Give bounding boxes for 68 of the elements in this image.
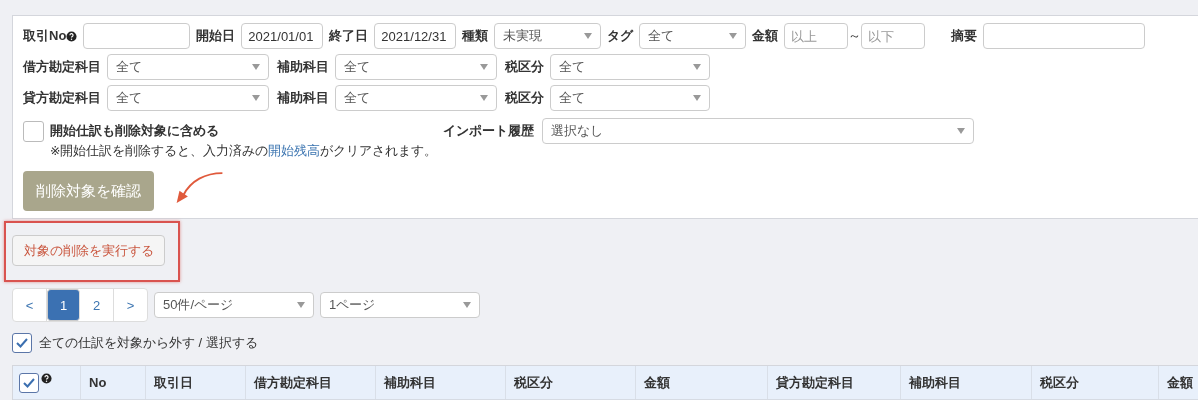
text-field[interactable]: 2021/12/31 (374, 23, 457, 49)
min-amount-field[interactable]: 以上 (784, 23, 849, 49)
dropdown[interactable]: 全て (335, 85, 497, 111)
caret-icon (252, 95, 260, 101)
field-label: 補助科目 (277, 58, 329, 76)
opening-balance-link[interactable]: 開始残高 (268, 144, 321, 158)
per-page-dropdown[interactable]: 50件/ページ (154, 292, 314, 318)
range-separator: ～ (848, 27, 862, 45)
field-label: 取引No (23, 27, 67, 45)
caret-icon (693, 95, 701, 101)
checkbox-label: 開始仕訳も削除対象に含める (50, 122, 219, 140)
field-label: 補助科目 (277, 89, 329, 107)
column-header: 借方勘定科目 (254, 373, 332, 392)
column-header: 金額 (644, 373, 670, 392)
field-label: 終了日 (329, 27, 369, 45)
execute-delete-button[interactable]: 対象の削除を実行する (12, 235, 165, 266)
column-header: No (89, 375, 107, 390)
checkbox[interactable] (19, 372, 39, 393)
column-header: 税区分 (1040, 373, 1079, 392)
field-label: 開始日 (196, 27, 236, 45)
dropdown[interactable]: 全て (107, 85, 269, 111)
column-header: 金額 (1167, 373, 1193, 392)
column-header: 税区分 (514, 373, 553, 392)
max-amount-field[interactable]: 以下 (861, 23, 926, 49)
caret-icon (584, 33, 593, 39)
dropdown[interactable]: 全て (550, 54, 710, 80)
column-header: 補助科目 (384, 373, 436, 392)
help-icon[interactable] (66, 30, 78, 42)
field-label: 摘要 (951, 27, 978, 45)
column-header: 取引日 (154, 373, 193, 392)
field-label: タグ (607, 27, 634, 45)
text-field[interactable] (83, 23, 191, 49)
page-link[interactable]: > (114, 289, 147, 321)
page-dropdown[interactable]: 1ページ (320, 292, 480, 318)
checkbox[interactable] (12, 333, 32, 353)
field-label: 税区分 (505, 58, 544, 76)
checkbox-label: 全ての仕訳を対象から外す / 選択する (39, 334, 258, 352)
field-label: インポート履歴 (443, 122, 534, 140)
dropdown[interactable]: 全て (107, 54, 269, 80)
caret-icon (480, 64, 488, 70)
text-field[interactable]: 2021/01/01 (241, 23, 324, 49)
field-label: 借方勘定科目 (23, 58, 101, 76)
caret-icon (252, 64, 260, 70)
help-icon[interactable] (41, 373, 52, 384)
dropdown[interactable]: 選択なし (542, 118, 974, 144)
checkmark-icon (16, 338, 28, 348)
page-link[interactable]: 2 (80, 289, 114, 321)
caret-icon (480, 95, 488, 101)
dropdown[interactable]: 全て (639, 23, 747, 49)
checkmark-icon (23, 377, 35, 388)
field-label: 貸方勘定科目 (23, 89, 101, 107)
page-link[interactable]: 1 (47, 289, 80, 321)
field-label: 金額 (752, 27, 779, 45)
dropdown[interactable]: 未実現 (494, 23, 602, 49)
caret-icon (297, 302, 305, 308)
note-text: ※開始仕訳を削除すると、入力済みの開始残高がクリアされます。 (50, 143, 439, 160)
text-field[interactable] (983, 23, 1146, 49)
caret-icon (957, 128, 965, 134)
caret-icon (463, 302, 471, 308)
dropdown[interactable]: 全て (550, 85, 710, 111)
field-label: 税区分 (505, 89, 544, 107)
column-header: 貸方勘定科目 (776, 373, 854, 392)
field-label: 種類 (462, 27, 489, 45)
dropdown[interactable]: 全て (335, 54, 497, 80)
caret-icon (729, 33, 738, 39)
checkbox[interactable] (23, 120, 44, 142)
caret-icon (693, 64, 701, 70)
column-header: 補助科目 (909, 373, 961, 392)
